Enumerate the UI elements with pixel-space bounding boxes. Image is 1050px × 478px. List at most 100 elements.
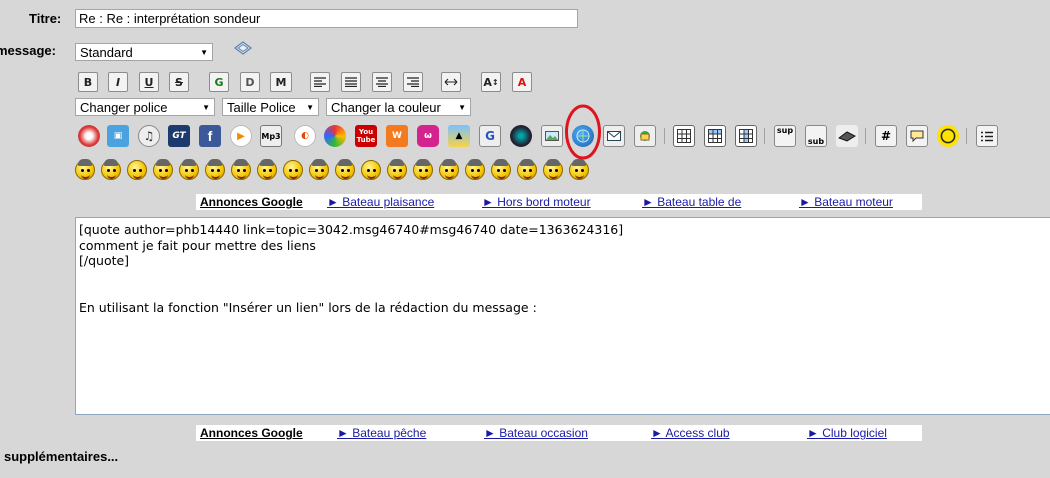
- title-input[interactable]: Re : Re : interprétation sondeur: [75, 9, 578, 28]
- message-type-select[interactable]: Standard ▼: [75, 43, 213, 61]
- google-video-button[interactable]: G: [479, 125, 501, 147]
- align-right-icon: [407, 77, 419, 87]
- ad-link[interactable]: ► Bateau occasion: [484, 426, 588, 440]
- picasa-icon[interactable]: [324, 125, 346, 147]
- ad-link[interactable]: ► Bateau table de: [642, 195, 741, 209]
- code-button[interactable]: #: [875, 125, 897, 147]
- italic-button[interactable]: I: [108, 72, 128, 92]
- horizontal-rule-button[interactable]: [441, 72, 461, 92]
- subscript-button[interactable]: sub: [805, 125, 827, 147]
- smiley-icon[interactable]: [387, 159, 407, 180]
- table-row-icon[interactable]: [704, 125, 726, 147]
- smiley-icon[interactable]: [75, 159, 95, 180]
- table-icon[interactable]: [673, 125, 695, 147]
- title-label: Titre:: [29, 11, 62, 26]
- wideo-icon[interactable]: ω: [417, 125, 439, 147]
- font-color-button[interactable]: A: [512, 72, 532, 92]
- align-justify-button[interactable]: [341, 72, 361, 92]
- toolbar-separator: [865, 128, 866, 144]
- ad-header[interactable]: Annonces Google: [200, 195, 303, 209]
- message-textarea[interactable]: [quote author=phb14440 link=topic=3042.m…: [75, 217, 1050, 415]
- smiley-icon[interactable]: [517, 159, 537, 180]
- email-icon[interactable]: [603, 125, 625, 147]
- itunes-icon[interactable]: ♫: [138, 125, 160, 147]
- smiley-icon[interactable]: [335, 159, 355, 180]
- ad-link[interactable]: ► Club logiciel: [807, 426, 887, 440]
- smiley-icon[interactable]: [101, 159, 121, 180]
- smiley-icon[interactable]: [569, 159, 589, 180]
- highlight-circle: [564, 103, 602, 161]
- gametrailers-button[interactable]: GT: [168, 125, 190, 147]
- ad-header[interactable]: Annonces Google: [200, 426, 303, 440]
- align-right-button[interactable]: [403, 72, 423, 92]
- additional-options-toggle[interactable]: supplémentaires...: [4, 449, 118, 464]
- ad-bar-bottom: Annonces Google ► Bateau pêche ► Bateau …: [196, 425, 922, 441]
- ad-link[interactable]: ► Bateau pêche: [337, 426, 426, 440]
- chevron-down-icon: ▼: [458, 102, 466, 112]
- radioactive-icon[interactable]: [937, 125, 959, 147]
- play-icon[interactable]: ▶: [230, 125, 252, 147]
- mp3-button[interactable]: Mp3: [260, 125, 282, 147]
- wat-icon[interactable]: W: [386, 125, 408, 147]
- double-arrow-icon: [444, 78, 458, 86]
- font-select[interactable]: Changer police ▼: [75, 98, 215, 116]
- smiley-icon[interactable]: [361, 160, 381, 180]
- quote-icon[interactable]: [906, 125, 928, 147]
- message-type-value: Standard: [80, 44, 133, 60]
- ad-link[interactable]: ► Hors bord moteur: [482, 195, 591, 209]
- smiley-icon[interactable]: [465, 159, 485, 180]
- font-size-icon: A: [483, 75, 492, 89]
- smiley-icon[interactable]: [439, 159, 459, 180]
- ad-bar-top: Annonces Google ► Bateau plaisance ► Hor…: [196, 194, 922, 210]
- align-left-icon: [314, 77, 326, 87]
- smiley-icon[interactable]: [491, 159, 511, 180]
- road-icon[interactable]: ▲: [448, 125, 470, 147]
- smiley-icon[interactable]: [127, 160, 147, 180]
- smiley-icon[interactable]: [257, 159, 277, 180]
- bold-button[interactable]: B: [78, 72, 98, 92]
- smiley-icon[interactable]: [283, 160, 303, 180]
- align-left-button[interactable]: [310, 72, 330, 92]
- color-select[interactable]: Changer la couleur ▼: [326, 98, 471, 116]
- vortex-icon[interactable]: [510, 125, 532, 147]
- diamond-icon[interactable]: [233, 40, 253, 56]
- list-icon[interactable]: [976, 125, 998, 147]
- glow-button[interactable]: G: [209, 72, 229, 92]
- align-justify-icon: [345, 77, 357, 87]
- ad-link[interactable]: ► Bateau plaisance: [327, 195, 434, 209]
- teletype-icon[interactable]: [836, 125, 858, 147]
- flash-icon[interactable]: [78, 125, 100, 147]
- table-column-icon[interactable]: [735, 125, 757, 147]
- ftp-icon[interactable]: [634, 125, 656, 147]
- strike-button[interactable]: S: [169, 72, 189, 92]
- size-select[interactable]: Taille Police ▼: [222, 98, 319, 116]
- chevron-down-icon: ▼: [200, 47, 208, 57]
- marquee-button[interactable]: M: [270, 72, 292, 92]
- smiley-icon[interactable]: [309, 159, 329, 180]
- size-select-value: Taille Police: [227, 99, 296, 115]
- smiley-icon[interactable]: [179, 159, 199, 180]
- smiley-icon[interactable]: [153, 159, 173, 180]
- align-center-button[interactable]: [372, 72, 392, 92]
- ad-link[interactable]: ► Access club: [651, 426, 730, 440]
- toolbar-separator: [764, 128, 765, 144]
- smiley-icon[interactable]: [205, 159, 225, 180]
- smiley-icon[interactable]: [543, 159, 563, 180]
- facebook-button[interactable]: f: [199, 125, 221, 147]
- toolbar-separator: [966, 128, 967, 144]
- toolbar-separator: [664, 128, 665, 144]
- superscript-button[interactable]: sup: [774, 125, 796, 147]
- smiley-icon[interactable]: [231, 159, 251, 180]
- chevron-down-icon: ▼: [202, 102, 210, 112]
- youtube-button[interactable]: You Tube: [355, 125, 377, 147]
- shadow-button[interactable]: D: [240, 72, 260, 92]
- message-label: message:: [0, 43, 56, 58]
- smiley-icon[interactable]: [413, 159, 433, 180]
- ad-link[interactable]: ► Bateau moteur: [799, 195, 893, 209]
- underline-button[interactable]: U: [139, 72, 159, 92]
- align-center-icon: [376, 77, 388, 87]
- dailymotion-icon[interactable]: ◐: [294, 125, 316, 147]
- font-size-button[interactable]: A ↕: [481, 72, 501, 92]
- image-icon[interactable]: [541, 125, 563, 147]
- tv-icon[interactable]: ▣: [107, 125, 129, 147]
